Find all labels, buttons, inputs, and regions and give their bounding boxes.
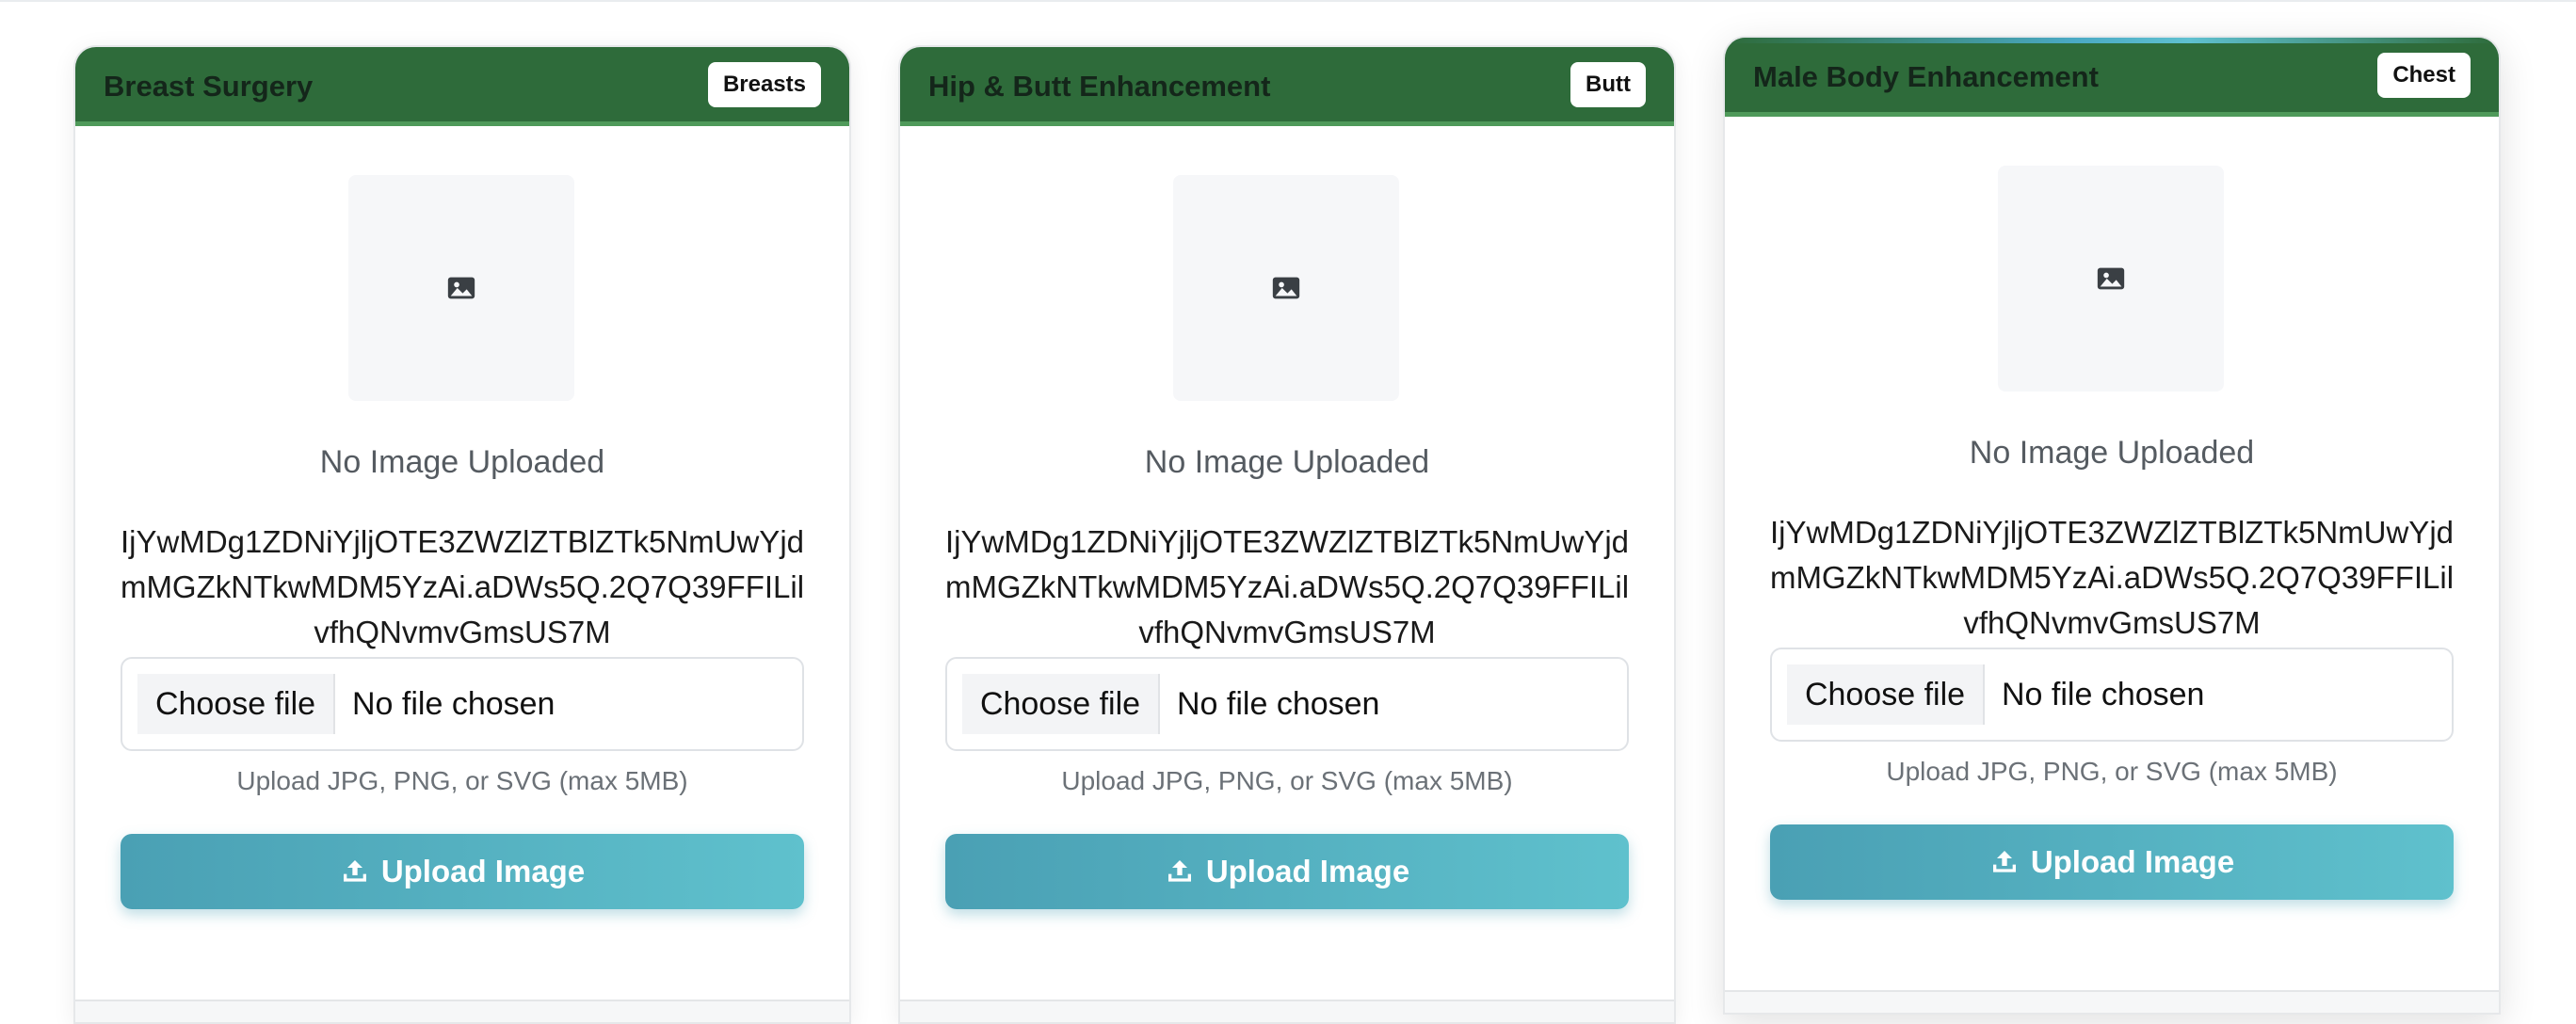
upload-button-label: Upload Image: [2030, 844, 2235, 879]
upload-image-button[interactable]: Upload Image: [1770, 824, 2454, 900]
category-badge: Butt: [1570, 62, 1646, 107]
upload-image-button[interactable]: Upload Image: [945, 834, 1629, 909]
card-footer: [1725, 990, 2499, 1013]
header-accent: [1725, 38, 2499, 43]
choose-file-button[interactable]: Choose file: [137, 674, 335, 734]
token-text: IjYwMDg1ZDNiYjljOTE3ZWZlZTBlZTk5NmUwYjdm…: [120, 524, 805, 649]
upload-button-label: Upload Image: [380, 854, 586, 888]
image-icon: [445, 272, 477, 304]
choose-file-button[interactable]: Choose file: [962, 674, 1160, 734]
token-text: IjYwMDg1ZDNiYjljOTE3ZWZlZTBlZTk5NmUwYjdm…: [944, 524, 1630, 649]
card-title: Male Body Enhancement: [1753, 60, 2099, 93]
upload-hint: Upload JPG, PNG, or SVG (max 5MB): [1886, 757, 2338, 786]
upload-icon: [1989, 847, 2020, 877]
upload-button-label: Upload Image: [1205, 854, 1410, 888]
upload-hint: Upload JPG, PNG, or SVG (max 5MB): [1061, 766, 1513, 795]
file-input[interactable]: Choose file No file chosen: [121, 657, 804, 751]
image-preview: [1173, 175, 1399, 401]
image-preview: [348, 175, 574, 401]
no-image-label: No Image Uploaded: [1969, 435, 2255, 471]
category-badge: Chest: [2377, 53, 2471, 98]
upload-icon: [340, 856, 370, 887]
service-card-male-body: Male Body Enhancement Chest No Image Upl…: [1723, 36, 2501, 1015]
category-badge: Breasts: [707, 62, 821, 107]
service-card-hip-butt: Hip & Butt Enhancement Butt No Image Upl…: [898, 45, 1676, 1024]
file-status: No file chosen: [1177, 686, 1380, 722]
card-footer: [900, 1000, 1674, 1022]
image-preview: [1998, 166, 2224, 392]
card-title: Breast Surgery: [104, 70, 314, 103]
file-input[interactable]: Choose file No file chosen: [1770, 648, 2454, 742]
service-card-breast-surgery: Breast Surgery Breasts No Image Uploaded…: [73, 45, 851, 1024]
upload-hint: Upload JPG, PNG, or SVG (max 5MB): [236, 766, 688, 795]
choose-file-button[interactable]: Choose file: [1787, 664, 1985, 725]
card-header: Hip & Butt Enhancement Butt: [900, 47, 1674, 126]
card-title: Hip & Butt Enhancement: [928, 70, 1271, 103]
file-status: No file chosen: [352, 686, 555, 722]
upload-image-button[interactable]: Upload Image: [121, 834, 804, 909]
card-footer: [75, 1000, 849, 1022]
card-header: Male Body Enhancement Chest: [1725, 38, 2499, 117]
image-icon: [2095, 263, 2127, 295]
card-header: Breast Surgery Breasts: [75, 47, 849, 126]
upload-icon: [1165, 856, 1195, 887]
no-image-label: No Image Uploaded: [1144, 444, 1430, 480]
file-status: No file chosen: [2002, 677, 2205, 712]
top-divider: [0, 0, 2576, 2]
token-text: IjYwMDg1ZDNiYjljOTE3ZWZlZTBlZTk5NmUwYjdm…: [1769, 515, 2455, 640]
image-icon: [1270, 272, 1302, 304]
no-image-label: No Image Uploaded: [319, 444, 605, 480]
file-input[interactable]: Choose file No file chosen: [945, 657, 1629, 751]
